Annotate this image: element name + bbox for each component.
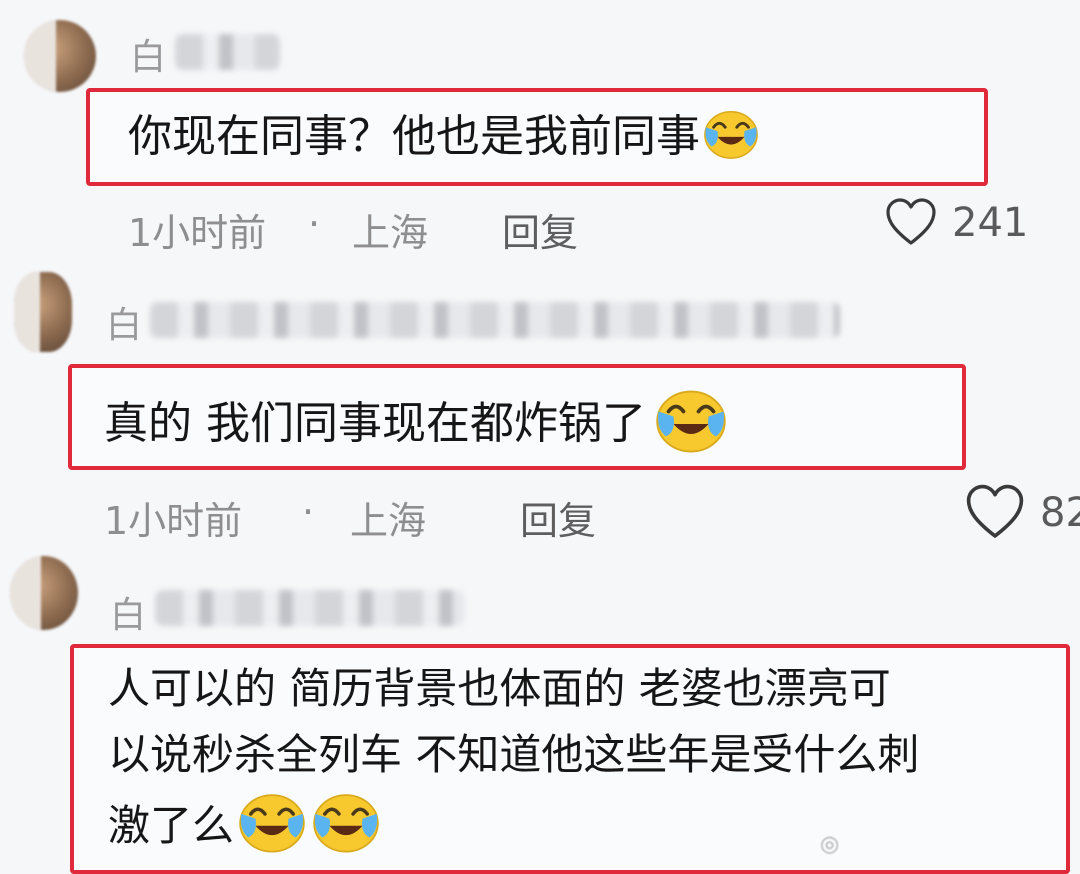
comment-body: 你现在同事？他也是我前同事: [128, 111, 700, 162]
laugh-cry-emoji: [648, 384, 734, 454]
comment-text: 人可以的 简历背景也体面的 老婆也漂亮可 以说秒杀全列车 不知道他这些年是受什么…: [108, 656, 1058, 859]
username-redaction: [150, 302, 840, 338]
comment-time: 1小时前: [128, 211, 267, 255]
comment-location: 上海: [350, 499, 427, 543]
like-count: 82: [1040, 490, 1080, 536]
laugh-cry-emoji: [310, 788, 382, 854]
comment-line: 以说秒杀全列车 不知道他这些年是受什么刺: [108, 730, 920, 779]
watermark-icon: ◎: [820, 832, 840, 857]
reply-button[interactable]: 回复: [520, 490, 596, 545]
watermark: ◎: [820, 832, 839, 857]
heart-outline-icon[interactable]: [964, 482, 1026, 544]
reply-button[interactable]: 回复: [502, 202, 578, 257]
username[interactable]: 白: [130, 28, 166, 80]
comment-line: 人可以的 简历背景也体面的 老婆也漂亮可: [108, 664, 891, 713]
laugh-cry-emoji: [702, 105, 760, 161]
heart-outline-icon[interactable]: [884, 196, 938, 250]
comment-line: 激了么: [108, 801, 235, 850]
username[interactable]: 白: [110, 586, 146, 638]
avatar[interactable]: [14, 272, 72, 352]
comment-body: 真的 我们同事现在都炸锅了: [104, 398, 646, 449]
username-redaction: [155, 590, 465, 626]
comment-text: 真的 我们同事现在都炸锅了: [104, 384, 734, 457]
meta-separator: ·: [308, 202, 321, 246]
comment-line-last: 激了么: [108, 788, 1058, 859]
laugh-cry-emoji: [236, 788, 308, 854]
avatar[interactable]: [10, 556, 78, 630]
comment-location: 上海: [352, 211, 429, 255]
comment-time: 1小时前: [104, 499, 243, 543]
like-count: 241: [952, 200, 1029, 246]
username-redaction: [175, 34, 280, 70]
meta-separator: ·: [302, 490, 315, 534]
username[interactable]: 白: [106, 296, 142, 348]
avatar[interactable]: [24, 20, 96, 92]
comment-text: 你现在同事？他也是我前同事: [128, 104, 760, 170]
